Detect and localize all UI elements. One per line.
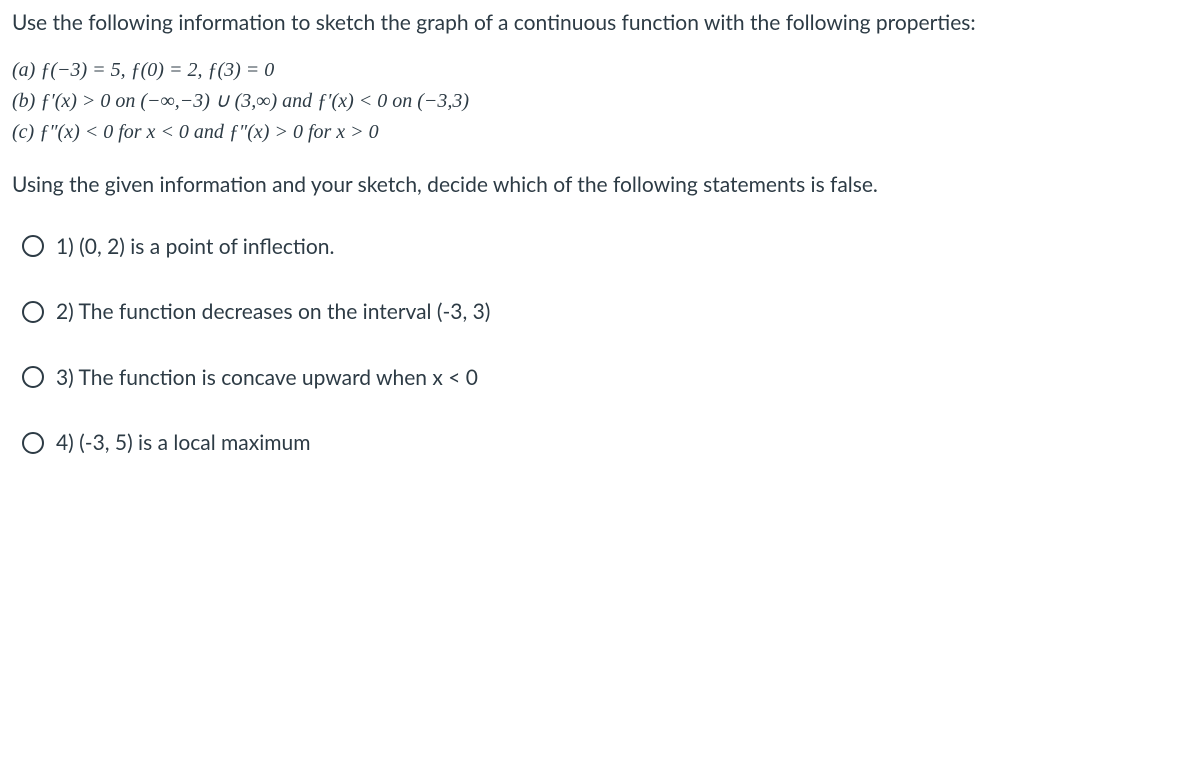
option-3[interactable]: 3) The function is concave upward when x… <box>22 363 1188 392</box>
option-4-text: 4) (-3, 5) is a local maximum <box>56 428 311 457</box>
radio-icon[interactable] <box>22 432 44 454</box>
option-1-text: 1) (0, 2) is a point of inflection. <box>56 232 334 261</box>
radio-icon[interactable] <box>22 235 44 257</box>
intro-text: Use the following information to sketch … <box>12 8 1188 37</box>
question-text: Using the given information and your ske… <box>12 170 1188 199</box>
conditions-block: (a) ƒ(−3) = 5, ƒ(0) = 2, ƒ(3) = 0 (b) ƒ′… <box>12 55 1188 148</box>
option-2[interactable]: 2) The function decreases on the interva… <box>22 297 1188 326</box>
option-1[interactable]: 1) (0, 2) is a point of inflection. <box>22 232 1188 261</box>
radio-icon[interactable] <box>22 301 44 323</box>
option-4[interactable]: 4) (-3, 5) is a local maximum <box>22 428 1188 457</box>
option-3-text: 3) The function is concave upward when x… <box>56 363 478 392</box>
option-2-text: 2) The function decreases on the interva… <box>56 297 490 326</box>
condition-b: (b) ƒ′(x) > 0 on (−∞,−3) ∪ (3,∞) and ƒ′(… <box>12 86 1188 117</box>
options-list: 1) (0, 2) is a point of inflection. 2) T… <box>12 232 1188 478</box>
radio-icon[interactable] <box>22 366 44 388</box>
condition-c: (c) ƒ″(x) < 0 for x < 0 and ƒ″(x) > 0 fo… <box>12 117 1188 148</box>
condition-a: (a) ƒ(−3) = 5, ƒ(0) = 2, ƒ(3) = 0 <box>12 55 1188 86</box>
